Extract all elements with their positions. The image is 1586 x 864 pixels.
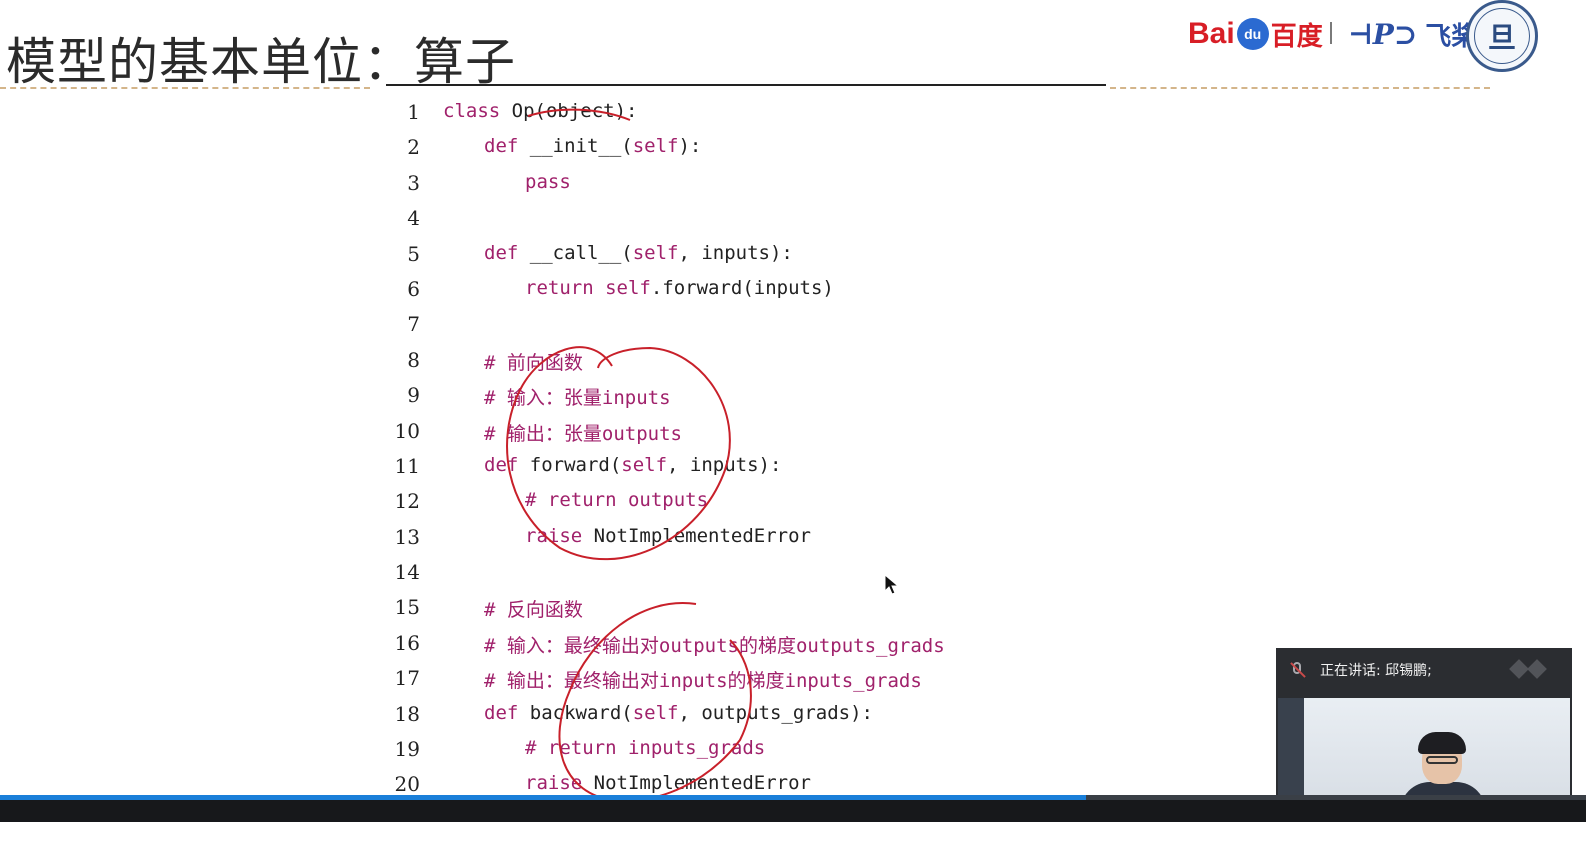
code-keyword: return bbox=[525, 276, 594, 299]
code-line: 13 raise NotImplementedError bbox=[388, 521, 1148, 556]
line-number: 8 bbox=[407, 347, 420, 372]
code-text: , inputs): bbox=[678, 241, 793, 264]
line-number: 4 bbox=[407, 206, 420, 231]
code-keyword: self bbox=[593, 276, 651, 299]
line-number: 1 bbox=[407, 100, 420, 124]
code-line: 4 bbox=[388, 202, 1148, 237]
player-control-bar bbox=[0, 800, 1586, 822]
code-comment: # 输出：张量outputs bbox=[484, 422, 682, 445]
mouse-pointer-icon bbox=[884, 574, 900, 595]
baidu-logo-text: Bai bbox=[1188, 17, 1235, 50]
code-keyword: raise bbox=[525, 524, 583, 547]
meeting-speaker-panel[interactable]: 正在讲话: 邱锡鹏; bbox=[1276, 648, 1572, 798]
paddle-logo-mark: ⊣P⊃ bbox=[1348, 17, 1418, 51]
expand-icon[interactable] bbox=[1509, 659, 1558, 679]
code-line: 7 bbox=[388, 308, 1148, 343]
baidu-logo: Bai du 百度 bbox=[1188, 12, 1323, 56]
code-keyword: def bbox=[484, 135, 519, 158]
paddle-logo: ⊣P⊃ 飞桨 bbox=[1348, 14, 1477, 54]
code-line: 3 pass bbox=[388, 167, 1148, 202]
code-text: __init__( bbox=[518, 135, 633, 158]
title-divider-right bbox=[1110, 87, 1490, 89]
code-text: ): bbox=[678, 135, 702, 158]
code-line: 12 # return outputs bbox=[388, 485, 1148, 520]
code-keyword: self bbox=[632, 135, 679, 158]
line-number: 20 bbox=[394, 772, 420, 797]
code-line: 6 return self.forward(inputs) bbox=[388, 273, 1148, 308]
code-keyword: class bbox=[443, 100, 501, 122]
code-line: 10 # 输出：张量outputs bbox=[388, 415, 1148, 450]
logo-separator bbox=[1330, 22, 1332, 44]
line-number: 2 bbox=[407, 135, 420, 160]
code-line: 16 # 输入：最终输出对outputs的梯度outputs_grads bbox=[388, 627, 1148, 662]
code-keyword: pass bbox=[525, 170, 571, 193]
code-comment: # 输出：最终输出对inputs的梯度inputs_grads bbox=[484, 670, 922, 693]
line-number: 15 bbox=[394, 595, 420, 620]
code-text: __call__( bbox=[518, 241, 633, 264]
speaking-indicator: 正在讲话: 邱锡鹏; bbox=[1320, 663, 1432, 679]
fudan-university-seal: 旦 bbox=[1466, 0, 1538, 72]
code-comment: # return outputs bbox=[525, 489, 709, 512]
code-keyword: raise bbox=[525, 772, 583, 795]
code-text: backward( bbox=[518, 701, 633, 724]
code-line: 15 # 反向函数 bbox=[388, 591, 1148, 626]
code-keyword: def bbox=[484, 241, 519, 264]
line-number: 19 bbox=[394, 737, 420, 762]
code-keyword: self bbox=[632, 701, 679, 724]
title-divider-left bbox=[0, 87, 370, 89]
line-number: 12 bbox=[394, 489, 420, 514]
code-line: 18 def backward(self, outputs_grads): bbox=[388, 698, 1148, 733]
code-line: 11 def forward(self, inputs): bbox=[388, 450, 1148, 485]
code-text: NotImplementedError bbox=[582, 524, 811, 547]
line-number: 7 bbox=[407, 312, 420, 337]
code-line: 17 # 输出：最终输出对inputs的梯度inputs_grads bbox=[388, 662, 1148, 697]
code-line: 1 class Op(object): bbox=[388, 96, 1148, 131]
line-number: 6 bbox=[407, 276, 420, 301]
code-comment: # 反向函数 bbox=[484, 599, 583, 622]
code-text: forward( bbox=[518, 453, 622, 476]
code-text: .forward(inputs) bbox=[650, 276, 834, 299]
line-number: 10 bbox=[394, 418, 420, 443]
code-line: 5 def __call__(self, inputs): bbox=[388, 238, 1148, 273]
code-comment: # 输入：张量inputs bbox=[484, 387, 671, 410]
code-text: Op(object): bbox=[500, 100, 638, 122]
fudan-seal-mark: 旦 bbox=[1487, 21, 1516, 54]
code-keyword: def bbox=[484, 701, 519, 724]
baidu-logo-cn: 百度 bbox=[1270, 21, 1323, 52]
code-keyword: self bbox=[632, 241, 679, 264]
line-number: 5 bbox=[407, 241, 420, 266]
baidu-paw-icon: du bbox=[1236, 18, 1269, 50]
code-comment: # 输入：最终输出对outputs的梯度outputs_grads bbox=[484, 634, 945, 657]
code-keyword: self bbox=[621, 453, 668, 476]
code-comment: # 前向函数 bbox=[484, 351, 583, 374]
line-number: 13 bbox=[394, 524, 420, 549]
line-number: 17 bbox=[394, 666, 420, 691]
code-line: 8 # 前向函数 bbox=[388, 344, 1148, 379]
code-comment: # return inputs_grads bbox=[525, 737, 766, 760]
code-text: , inputs): bbox=[667, 453, 782, 476]
line-number: 9 bbox=[407, 383, 420, 408]
line-number: 14 bbox=[394, 560, 420, 585]
line-number: 3 bbox=[407, 170, 420, 195]
code-text: , outputs_grads): bbox=[678, 701, 873, 724]
code-line: 14 bbox=[388, 556, 1148, 591]
line-number: 11 bbox=[394, 453, 420, 478]
code-listing: 1 class Op(object): 2 def __init__(self)… bbox=[388, 96, 1148, 804]
mic-muted-icon[interactable] bbox=[1288, 661, 1306, 679]
code-line: 9 # 输入：张量inputs bbox=[388, 379, 1148, 414]
speaker-video[interactable] bbox=[1278, 698, 1570, 798]
line-number: 16 bbox=[394, 630, 420, 655]
code-line: 2 def __init__(self): bbox=[388, 131, 1148, 166]
line-number: 18 bbox=[394, 701, 420, 726]
code-keyword: def bbox=[484, 453, 519, 476]
title-underline bbox=[386, 84, 1106, 86]
code-text: NotImplementedError bbox=[582, 772, 811, 795]
code-line: 19 # return inputs_grads bbox=[388, 733, 1148, 768]
